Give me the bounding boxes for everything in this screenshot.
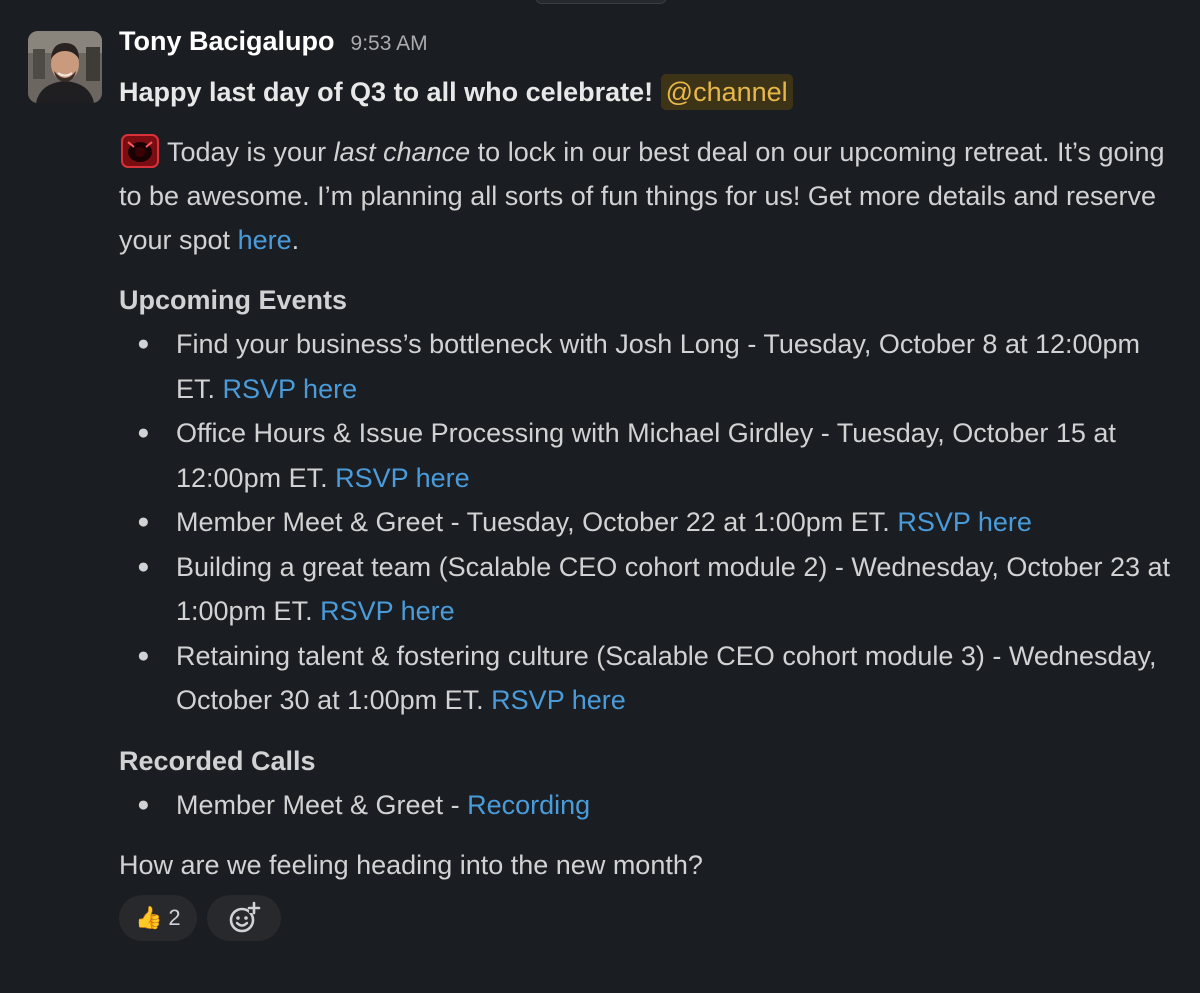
bullet: ●: [137, 554, 150, 578]
add-reaction-button[interactable]: [206, 895, 281, 941]
intro-paragraph: Today is your last chance to lock in our…: [119, 130, 1179, 262]
list-item: ● Member Meet & Greet - Tuesday, October …: [119, 500, 1179, 545]
event-text: Member Meet & Greet - Tuesday, October 2…: [176, 507, 898, 537]
channel-mention[interactable]: @channel: [660, 74, 793, 110]
sender-name[interactable]: Tony Bacigalupo: [119, 26, 335, 57]
message: Tony Bacigalupo 9:53 AM Happy last day o…: [0, 0, 1200, 993]
intro-end: .: [291, 225, 300, 255]
list-item: ● Member Meet & Greet - Recording: [119, 783, 1179, 828]
intro-emphasis: last chance: [333, 137, 471, 167]
add-reaction-icon: [229, 901, 260, 933]
upcoming-events-list: ● Find your business’s bottleneck with Jo…: [119, 322, 1179, 723]
event-text: Office Hours & Issue Processing with Mic…: [176, 418, 1116, 493]
closing-question: How are we feeling heading into the new …: [119, 850, 703, 880]
rsvp-link[interactable]: RSVP here: [335, 463, 470, 493]
bullet: ●: [137, 510, 150, 533]
rsvp-link[interactable]: RSVP here: [320, 596, 455, 626]
list-item: ● Retaining talent & fostering culture (S…: [119, 634, 1179, 723]
message-headline: Happy last day of Q3 to all who celebrat…: [119, 70, 1179, 114]
upcoming-events-heading: Upcoming Events: [119, 285, 348, 315]
bullet: ●: [137, 421, 150, 444]
recording-text: Member Meet & Greet -: [176, 789, 468, 820]
rsvp-link[interactable]: RSVP here: [223, 374, 358, 404]
reaction-count: 2: [168, 905, 181, 930]
message-header: Tony Bacigalupo 9:53 AM: [119, 26, 1179, 66]
retreat-link[interactable]: here: [238, 225, 292, 255]
intro-text-1: Today is your: [167, 137, 334, 167]
message-content: Tony Bacigalupo 9:53 AM Happy last day o…: [119, 26, 1179, 941]
avatar-image: [28, 31, 102, 103]
message-timestamp[interactable]: 9:53 AM: [351, 32, 428, 56]
rsvp-link[interactable]: RSVP here: [897, 507, 1032, 537]
event-text: Retaining talent & fostering culture (Sc…: [176, 640, 1157, 716]
bullet: ●: [137, 643, 150, 667]
recorded-calls-heading: Recorded Calls: [119, 745, 316, 776]
bullet: ●: [137, 792, 150, 816]
red-box-emoji-icon: [119, 134, 161, 168]
rsvp-link[interactable]: RSVP here: [491, 685, 626, 715]
reactions-bar: 👍 2: [119, 895, 1179, 941]
bullet: ●: [137, 332, 150, 355]
list-item: ● Office Hours & Issue Processing with Mi…: [119, 411, 1179, 500]
list-item: ● Find your business’s bottleneck with Jo…: [119, 322, 1179, 411]
thumbs-up-reaction[interactable]: 👍 2: [119, 895, 197, 941]
list-item: ● Building a great team (Scalable CEO coh…: [119, 545, 1179, 634]
recording-link[interactable]: Recording: [467, 790, 590, 820]
recorded-calls-list: ● Member Meet & Greet - Recording: [119, 783, 1179, 828]
avatar[interactable]: [28, 31, 102, 103]
headline-text: Happy last day of Q3 to all who celebrat…: [119, 77, 654, 107]
thumbs-up-icon: 👍: [135, 905, 163, 930]
